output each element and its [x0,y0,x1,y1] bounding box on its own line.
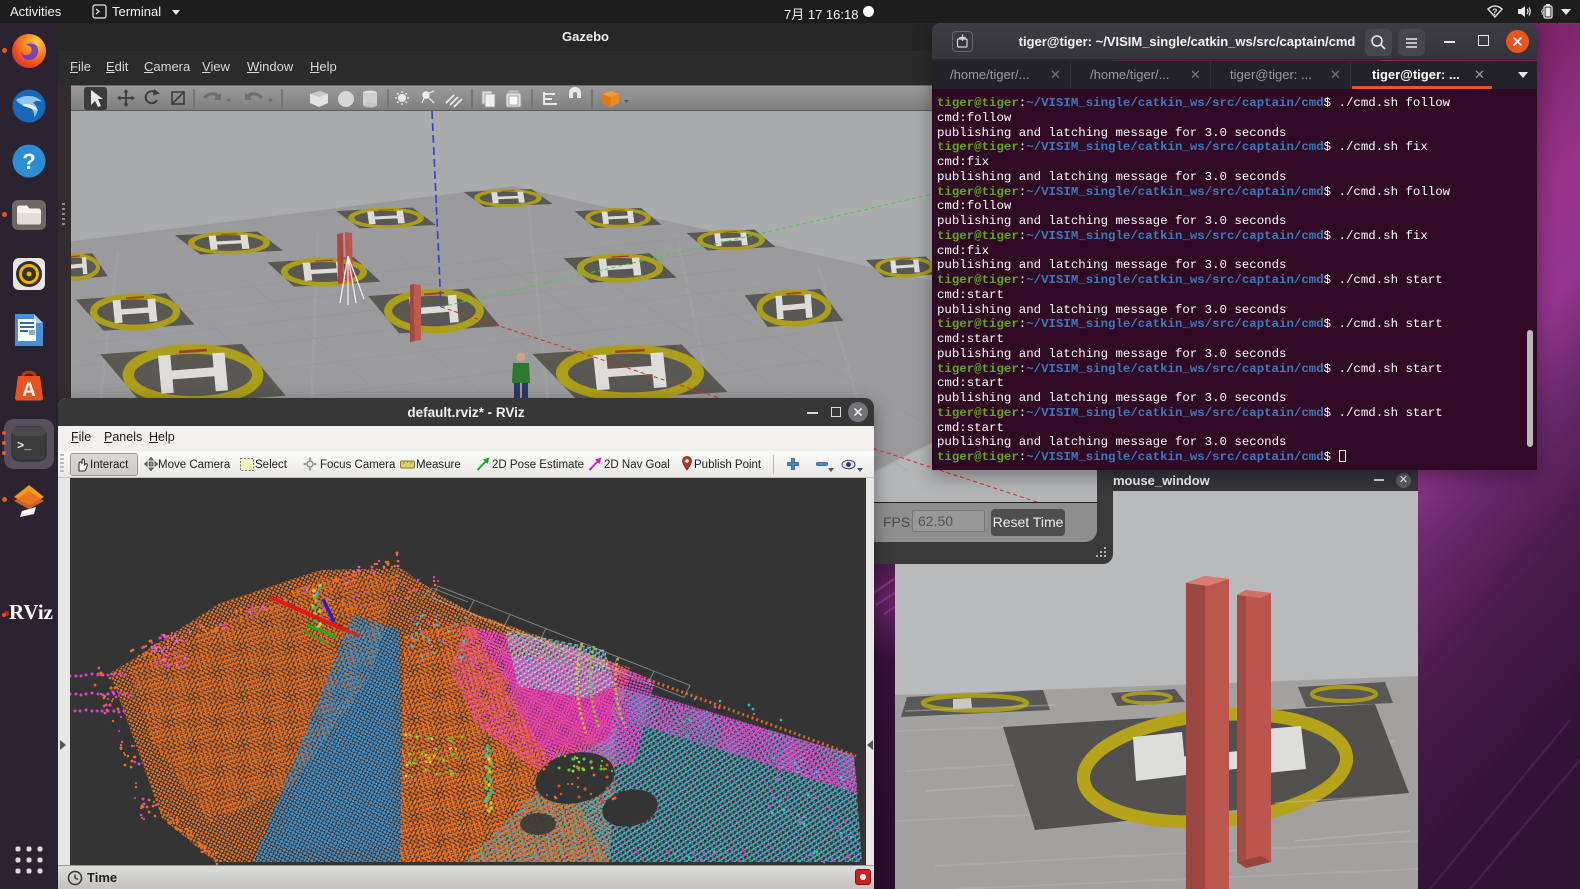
svg-text:>_: >_ [17,439,32,453]
svg-text:?: ? [22,149,35,174]
svg-text:A: A [22,380,36,401]
svg-text:?: ? [1492,7,1498,17]
